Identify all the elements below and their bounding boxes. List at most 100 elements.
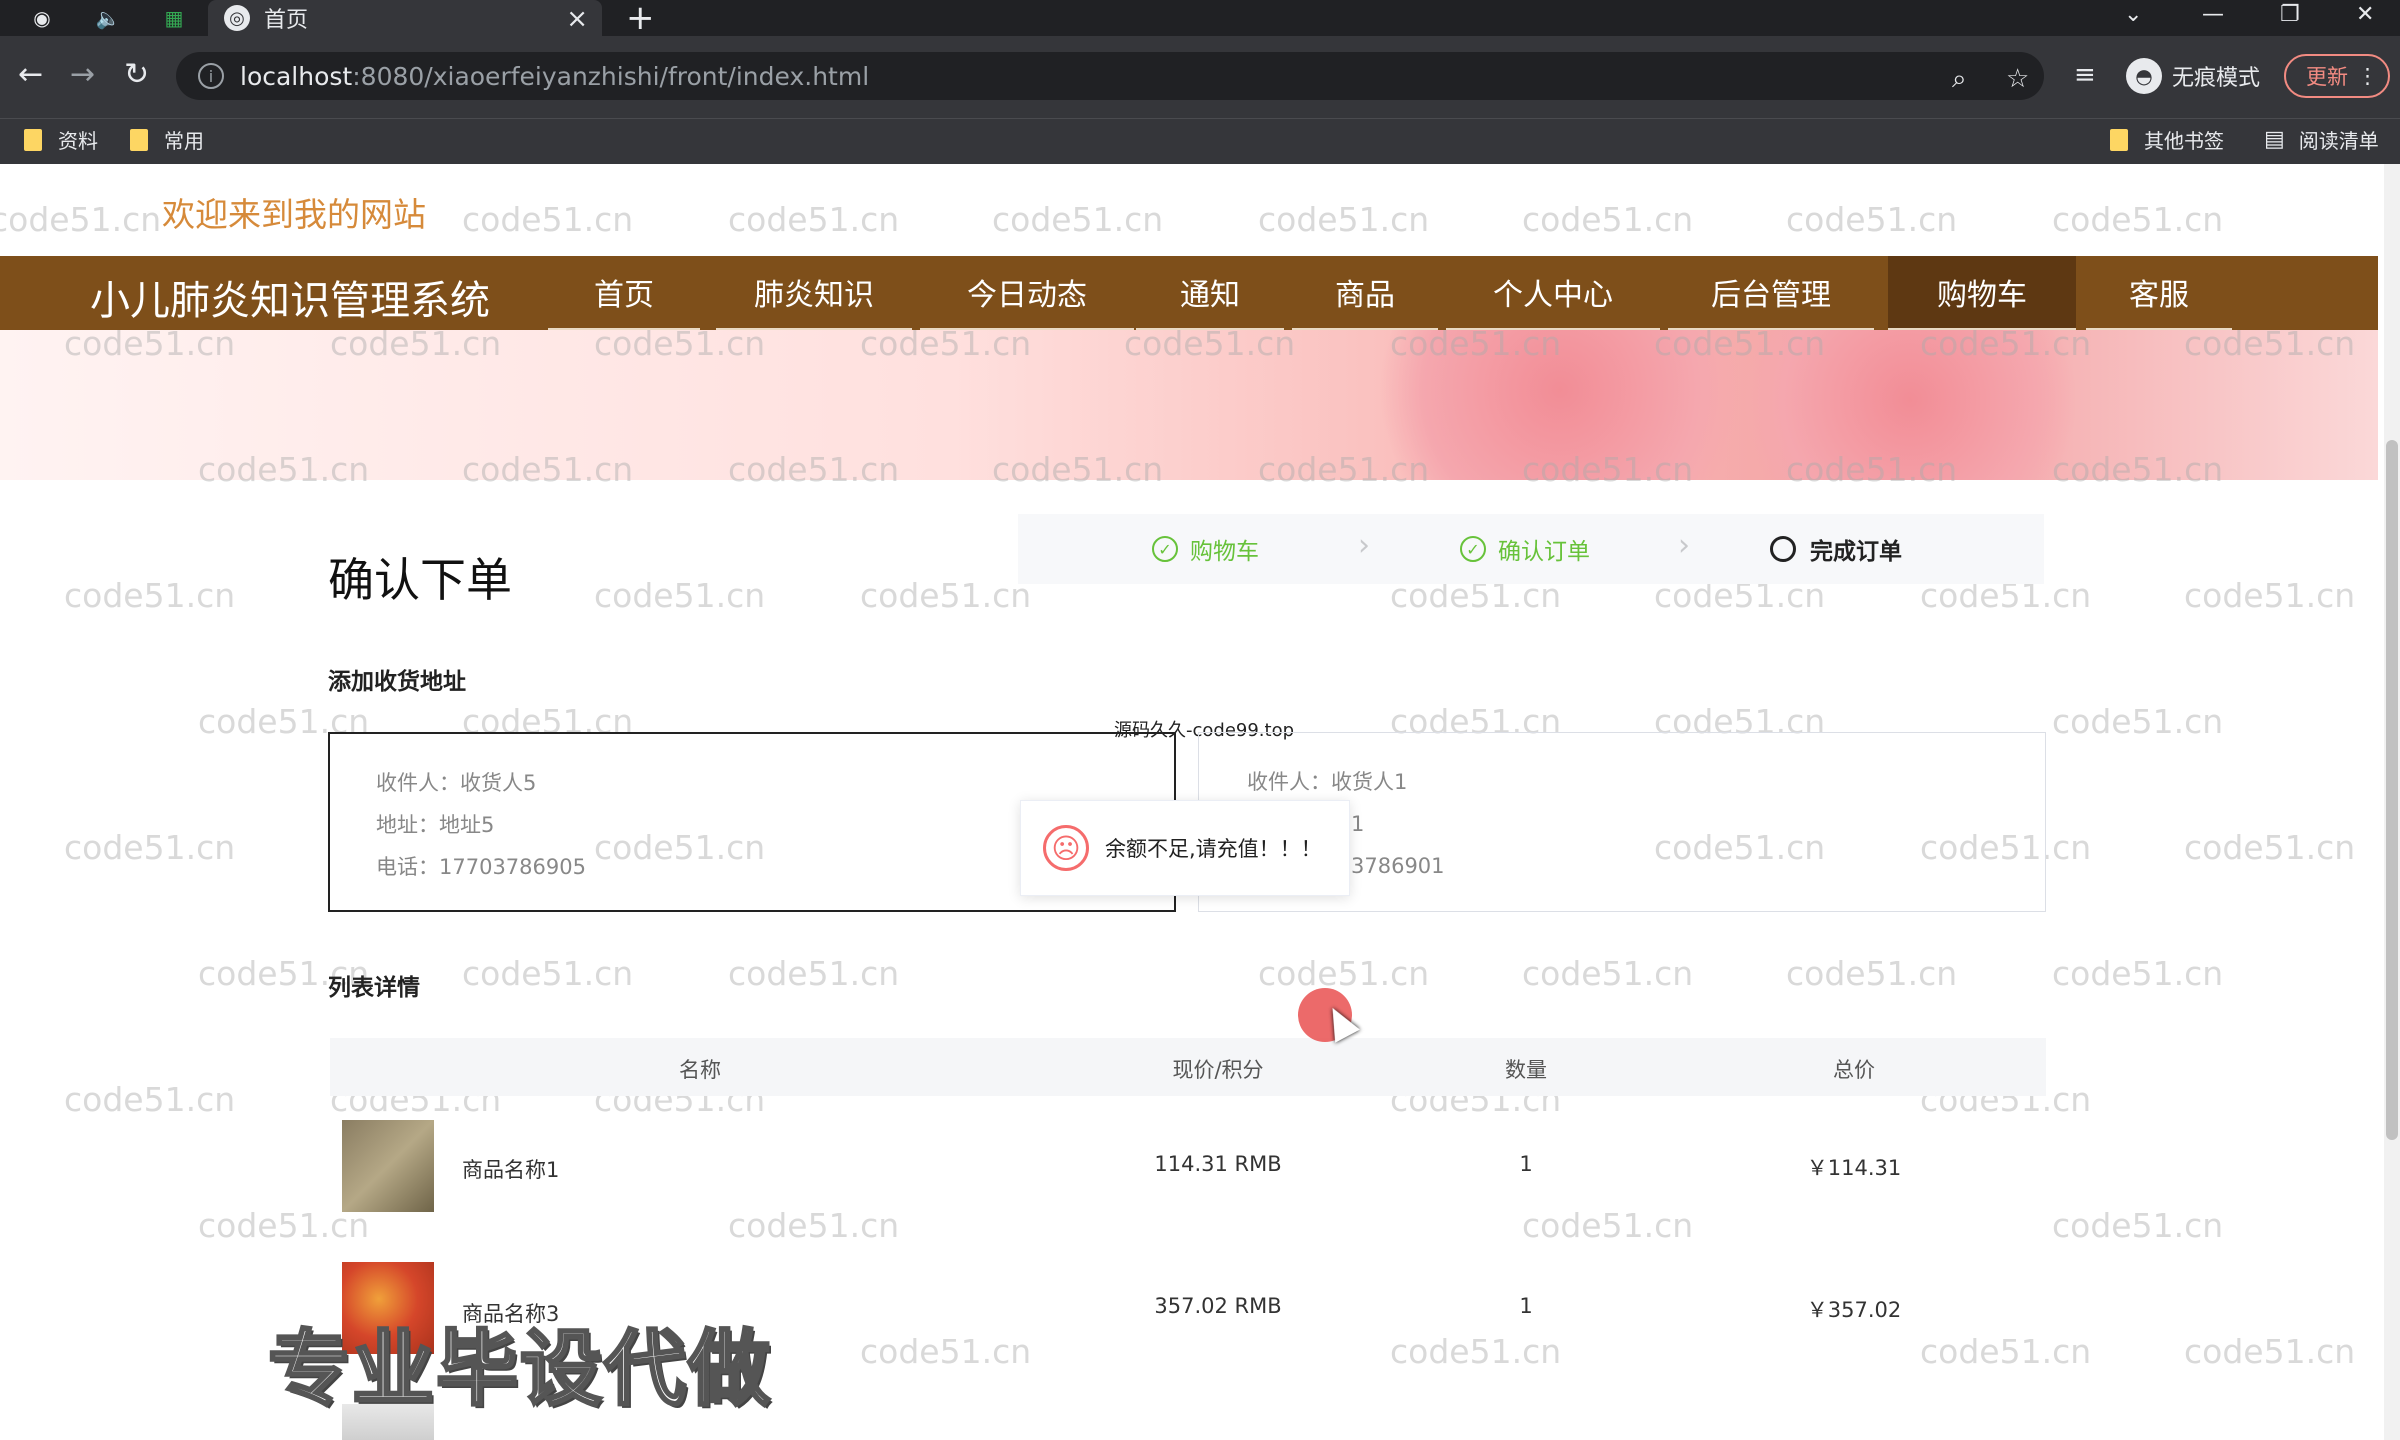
watermark: code51.cn [2052, 954, 2224, 993]
product-price: 357.02 RMB [1154, 1294, 1282, 1318]
watermark: code51.cn [728, 954, 900, 993]
scrollbar-thumb[interactable] [2386, 440, 2398, 1140]
sheet-tab-icon[interactable]: ▦ [160, 4, 188, 32]
header-quantity: 数量 [1505, 1058, 1547, 1082]
step-cart: ✓ 购物车 [1152, 532, 1259, 566]
page-title: 确认下单 [328, 553, 512, 607]
watermark: code51.cn [2052, 702, 2224, 741]
watermark: code51.cn [1786, 200, 1958, 239]
close-tab-icon[interactable]: × [566, 4, 588, 34]
bookmark-star-icon[interactable]: ☆ [2006, 64, 2029, 94]
reading-list-label: 阅读清单 [2298, 129, 2379, 153]
product-thumbnail[interactable] [342, 1120, 434, 1212]
other-bookmarks[interactable]: 其他书签 [2110, 125, 2224, 154]
address-section-title: 添加收货地址 [328, 669, 466, 695]
watermark: code51.cn [64, 576, 236, 615]
reading-mode-icon[interactable]: ≡ [2074, 58, 2096, 92]
update-label: 更新 [2306, 65, 2348, 89]
watermark: code51.cn [594, 576, 766, 615]
nav-admin[interactable]: 后台管理 [1668, 256, 1874, 330]
url-host: localhost [240, 61, 353, 91]
address-bar[interactable]: i localhost :8080/xiaoerfeiyanzhishi/fro… [176, 52, 2044, 100]
watermark: code51.cn [462, 200, 634, 239]
address-phone: 电话：17703786905 [376, 855, 586, 879]
check-circle-icon: ✓ [1460, 536, 1486, 562]
back-icon[interactable]: ← [18, 58, 43, 92]
address-phone: 3786901 [1351, 854, 1445, 878]
browser-toolbar: ← → ↻ i localhost :8080/xiaoerfeiyanzhis… [0, 36, 2400, 118]
other-bookmarks-label: 其他书签 [2144, 129, 2224, 153]
folder-icon [2110, 128, 2128, 151]
bookmark-label: 常用 [164, 129, 204, 153]
watermark: code51.cn [1258, 200, 1430, 239]
site-brand[interactable]: 小儿肺炎知识管理系统 [90, 268, 490, 326]
bookmark-folder-ziliao[interactable]: 资料 [24, 125, 98, 154]
incognito-label: 无痕模式 [2172, 66, 2261, 91]
mute-icon[interactable]: 🔈 [94, 4, 122, 32]
step-label: 确认订单 [1498, 539, 1590, 565]
product-total: ￥114.31 [1806, 1156, 1902, 1180]
close-window-icon[interactable]: ✕ [2356, 0, 2374, 30]
promo-overlay: 专业毕设代做 [266, 1321, 773, 1419]
url-path: :8080/xiaoerfeiyanzhishi/front/index.htm… [352, 61, 870, 91]
address-detail: 地址：地址5 [376, 813, 495, 837]
table-row: 商品名称1 114.31 RMB 1 ￥114.31 [330, 1120, 2046, 1220]
reload-icon[interactable]: ↻ [124, 58, 149, 92]
nav-home[interactable]: 首页 [548, 256, 700, 330]
incognito-icon: ◓ [2126, 58, 2162, 94]
tab-search-icon[interactable]: ⌄ [2124, 0, 2142, 30]
watermark: code51.cn [992, 200, 1164, 239]
watermark: code51.cn [2184, 1332, 2356, 1371]
nav-cart[interactable]: 购物车 [1888, 256, 2076, 330]
address-recipient: 收件人：收货人1 [1247, 770, 1408, 794]
watermark: code51.cn [0, 200, 162, 239]
chevron-right-icon: › [1358, 528, 1370, 563]
menu-dots-icon[interactable]: ⋮ [2357, 64, 2378, 88]
forward-icon[interactable]: → [70, 58, 95, 92]
product-price: 114.31 RMB [1154, 1152, 1282, 1176]
browser-logo-icon[interactable]: ◉ [28, 4, 56, 32]
update-button[interactable]: 更新 ⋮ [2284, 54, 2390, 98]
main-navbar: 小儿肺炎知识管理系统 首页 肺炎知识 今日动态 通知 商品 个人中心 后台管理 … [0, 256, 2378, 330]
nav-customer-service[interactable]: 客服 [2086, 256, 2232, 330]
nav-today-news[interactable]: 今日动态 [920, 256, 1134, 330]
list-section-title: 列表详情 [328, 975, 420, 1001]
step-label: 完成订单 [1810, 539, 1902, 565]
new-tab-button[interactable]: + [626, 0, 655, 36]
nav-goods[interactable]: 商品 [1292, 256, 1438, 330]
site-info-icon[interactable]: i [198, 63, 224, 89]
step-confirm-order: ✓ 确认订单 [1460, 532, 1590, 566]
restore-icon[interactable]: ❐ [2280, 0, 2300, 30]
watermark: code51.cn [1522, 200, 1694, 239]
incognito-indicator[interactable]: ◓ 无痕模式 [2126, 56, 2260, 96]
nav-pneumonia-knowledge[interactable]: 肺炎知识 [716, 256, 912, 330]
minimize-icon[interactable]: — [2202, 0, 2224, 30]
bookmark-folder-changyong[interactable]: 常用 [130, 125, 204, 154]
product-name[interactable]: 商品名称1 [462, 1154, 559, 1184]
order-steps: ✓ 购物车 › ✓ 确认订单 › 完成订单 [1018, 514, 2044, 584]
address-detail: 1 [1351, 812, 1365, 836]
banner-image [0, 330, 2378, 480]
reading-list[interactable]: ▤ 阅读清单 [2264, 125, 2379, 154]
web-page: 欢迎来到我的网站 小儿肺炎知识管理系统 首页 肺炎知识 今日动态 通知 商品 个… [0, 164, 2384, 1440]
watermark: code51.cn [1522, 954, 1694, 993]
tab-title: 首页 [264, 8, 309, 33]
watermark: code51.cn [2184, 828, 2356, 867]
active-tab[interactable]: ◎ 首页 × [208, 0, 602, 36]
circle-icon [1770, 536, 1796, 562]
zoom-icon[interactable]: ⌕ [1952, 64, 1967, 95]
watermark: code51.cn [860, 576, 1032, 615]
table-header: 名称 现价/积分 数量 总价 [330, 1038, 2046, 1096]
nav-personal-center[interactable]: 个人中心 [1446, 256, 1660, 330]
address-recipient: 收件人：收货人5 [376, 771, 537, 795]
watermark: code51.cn [2052, 1206, 2224, 1245]
nav-notice[interactable]: 通知 [1136, 256, 1284, 330]
watermark: code51.cn [462, 954, 634, 993]
bookmark-label: 资料 [58, 129, 98, 153]
welcome-text: 欢迎来到我的网站 [162, 195, 426, 234]
watermark: code51.cn [64, 828, 236, 867]
folder-icon [130, 128, 148, 151]
header-name: 名称 [679, 1058, 721, 1082]
header-total: 总价 [1833, 1058, 1875, 1082]
reading-list-icon: ▤ [2264, 127, 2285, 152]
